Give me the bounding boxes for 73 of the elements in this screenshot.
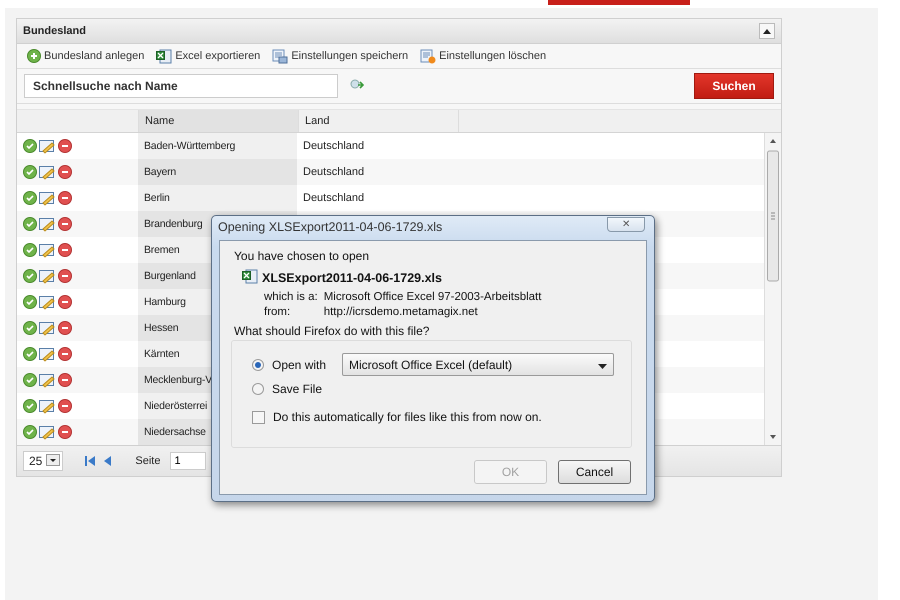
spreadsheet-icon: [156, 48, 172, 64]
column-header[interactable]: Name: [139, 110, 299, 132]
collapse-button[interactable]: [759, 23, 775, 39]
previous-page-icon[interactable]: [104, 455, 112, 467]
toolbar-button[interactable]: Einstellungen speichern: [272, 48, 408, 64]
search-field[interactable]: Schnellsuche nach Name: [24, 74, 338, 98]
table-cell-text: Deutschland: [302, 139, 366, 154]
edit-icon[interactable]: [39, 190, 56, 206]
delete-icon[interactable]: [58, 347, 72, 361]
add-icon: [27, 49, 41, 63]
check-icon[interactable]: [23, 191, 37, 205]
toolbar-button[interactable]: Einstellungen löschen: [420, 48, 546, 64]
check-icon[interactable]: [23, 243, 37, 257]
search-button[interactable]: Suchen: [694, 73, 774, 99]
table-cell: Baden-Württemberg: [138, 133, 297, 159]
edit-icon[interactable]: [39, 216, 56, 232]
radio-button[interactable]: [252, 383, 264, 395]
toolbar-button[interactable]: Excel exportieren: [156, 48, 260, 64]
delete-icon[interactable]: [58, 139, 72, 153]
check-icon[interactable]: [23, 217, 37, 231]
spreadsheet-file-icon: [242, 269, 258, 284]
edit-icon[interactable]: [39, 346, 56, 362]
table-cell: Berlin: [138, 185, 297, 211]
page-size-select[interactable]: 25: [23, 451, 64, 471]
panel-title: Bundesland: [23, 25, 86, 37]
check-icon[interactable]: [23, 399, 37, 413]
edit-icon[interactable]: [39, 138, 56, 154]
table-cell: Bayern: [138, 159, 297, 185]
close-button[interactable]: ✕: [607, 217, 645, 232]
table-cell-text: Deutschland: [302, 191, 366, 206]
delete-icon[interactable]: [58, 243, 72, 257]
file-source: http://icrsdemo.metamagix.net: [324, 306, 479, 318]
search-go-icon[interactable]: [350, 78, 364, 90]
delete-icon[interactable]: [58, 217, 72, 231]
edit-icon[interactable]: [39, 294, 56, 310]
settings-delete-icon: [420, 48, 436, 64]
check-icon[interactable]: [23, 269, 37, 283]
toolbar-button[interactable]: Bundesland anlegen: [27, 49, 144, 63]
delete-icon[interactable]: [58, 321, 72, 335]
delete-icon[interactable]: [58, 399, 72, 413]
dialog-button[interactable]: Cancel: [558, 460, 631, 484]
delete-icon[interactable]: [58, 425, 72, 439]
check-icon[interactable]: [23, 347, 37, 361]
delete-icon[interactable]: [58, 373, 72, 387]
edit-icon[interactable]: [39, 242, 56, 258]
edit-icon[interactable]: [39, 164, 56, 180]
page-label: Seite: [135, 455, 160, 467]
page-field[interactable]: 1: [170, 452, 206, 470]
edit-icon[interactable]: [39, 372, 56, 388]
delete-icon[interactable]: [58, 165, 72, 179]
checkbox[interactable]: [252, 410, 265, 424]
edit-icon[interactable]: [39, 320, 56, 336]
file-source-label: from:: [264, 306, 292, 318]
check-icon[interactable]: [23, 295, 37, 309]
delete-icon[interactable]: [58, 269, 72, 283]
settings-save-icon: [272, 48, 288, 64]
check-icon[interactable]: [23, 373, 37, 387]
caret-icon: [763, 28, 771, 34]
delete-icon[interactable]: [58, 191, 72, 205]
check-icon[interactable]: [23, 139, 37, 153]
table-cell-text: Deutschland: [302, 165, 366, 180]
first-page-icon[interactable]: [85, 455, 96, 467]
edit-icon[interactable]: [39, 424, 56, 440]
radio-button[interactable]: [252, 359, 264, 371]
edit-icon[interactable]: [39, 398, 56, 414]
edit-icon[interactable]: [39, 268, 56, 284]
file-type: Microsoft Office Excel 97-2003-Arbeitsblatt: [324, 291, 542, 303]
check-icon[interactable]: [23, 425, 37, 439]
check-icon[interactable]: [23, 165, 37, 179]
check-icon[interactable]: [23, 321, 37, 335]
delete-icon[interactable]: [58, 295, 72, 309]
application-select[interactable]: Microsoft Office Excel (default): [342, 353, 614, 376]
column-header[interactable]: Land: [299, 110, 459, 132]
